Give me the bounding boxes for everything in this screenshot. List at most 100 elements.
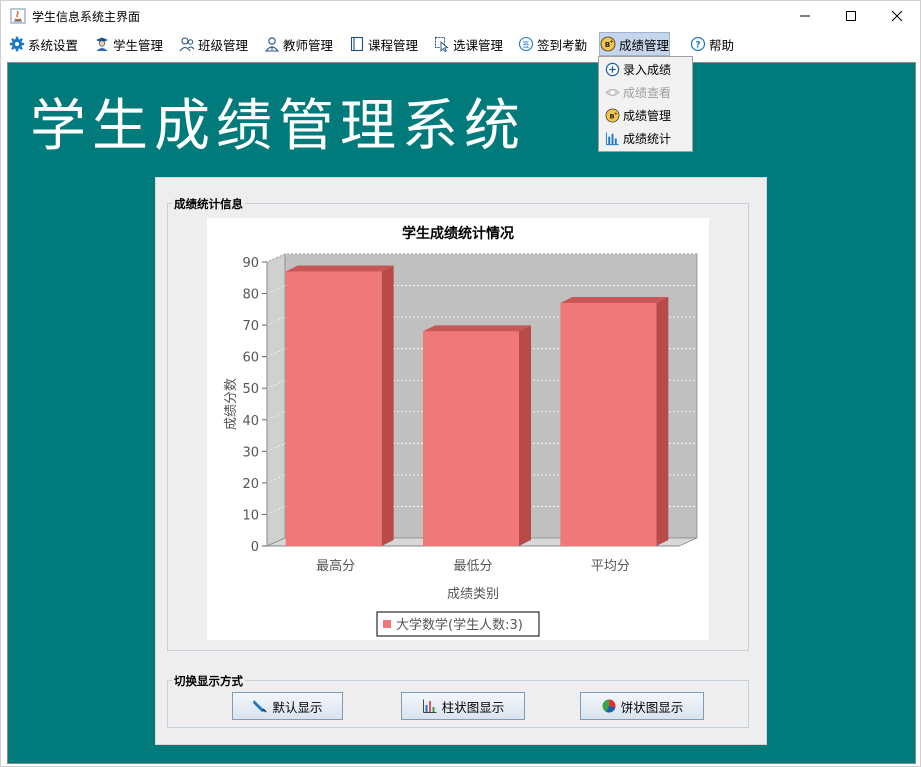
chart-panel: 学生成绩统计情况 0 10 20 30 40 50 60 70 80 90 最高分 最低分 平均分 成绩类别…	[207, 218, 709, 640]
dropdown-item-view-grades: 成绩查看	[599, 81, 692, 104]
pie-chart-icon	[602, 699, 616, 713]
title-bar: 学生信息系统主界面	[1, 1, 920, 31]
bar-top	[285, 265, 394, 272]
window-title: 学生信息系统主界面	[32, 10, 141, 24]
select-course-icon	[435, 37, 449, 52]
menu-label: 帮助	[709, 37, 735, 53]
student-icon	[96, 37, 108, 51]
help-icon: ?	[690, 36, 706, 52]
y-tick-label: 10	[242, 508, 259, 523]
dropdown-item-label: 成绩管理	[623, 109, 672, 123]
minimize-button[interactable]	[782, 1, 828, 31]
y-tick-label: 40	[242, 414, 259, 429]
svg-text:+: +	[609, 39, 613, 45]
dropdown-item-grade-statistics[interactable]: 成绩统计	[599, 127, 692, 150]
svg-text:?: ?	[695, 41, 700, 51]
legend-swatch	[383, 620, 391, 628]
bar-top	[423, 325, 531, 332]
pie-chart-display-button[interactable]: 饼状图显示	[580, 692, 704, 720]
y-tick-label: 90	[242, 256, 259, 271]
bar-side	[656, 297, 669, 546]
menu-class-management[interactable]: 班级管理	[179, 32, 248, 56]
display-mode-group: 切换显示方式 默认显示 柱状图显示 饼状图显示	[167, 673, 749, 728]
minimize-icon	[800, 15, 810, 17]
menu-teacher-management[interactable]: 教师管理	[264, 32, 333, 56]
y-axis-label: 成绩分数	[224, 378, 239, 430]
svg-text:签: 签	[523, 40, 530, 49]
menu-label: 课程管理	[368, 37, 419, 53]
default-display-label: 默认显示	[272, 699, 323, 715]
y-tick-label: 0	[251, 540, 259, 555]
y-tick-label: 70	[242, 319, 259, 334]
bar-chart-icon	[605, 132, 619, 146]
close-button[interactable]	[874, 1, 920, 31]
grade-dropdown-menu: 录入成绩 成绩查看 B + 成绩管理 成绩统计	[598, 56, 693, 152]
close-icon	[891, 10, 903, 22]
maximize-icon	[846, 11, 856, 21]
grade-statistics-frame: 成绩统计信息 学生成绩统计情况 0 10 20 30 40 50 60 70 80 90 最高分 最低分…	[155, 177, 767, 745]
bar-chart-icon	[422, 699, 437, 713]
class-icon	[179, 37, 195, 52]
course-icon	[350, 36, 364, 52]
maximize-button[interactable]	[828, 1, 874, 31]
menu-student-management[interactable]: 学生管理	[94, 32, 163, 56]
bar-2	[560, 303, 657, 546]
dropdown-item-enter-grades[interactable]: 录入成绩	[599, 58, 692, 81]
menu-label: 学生管理	[113, 37, 164, 53]
y-tick-label: 20	[242, 477, 259, 492]
x-tick-label: 平均分	[591, 559, 630, 574]
x-tick-label: 最低分	[453, 559, 492, 574]
bar-1	[423, 331, 519, 546]
menu-label: 成绩管理	[619, 37, 670, 53]
svg-text:+: +	[614, 111, 618, 117]
menu-label: 班级管理	[198, 37, 249, 53]
menu-system-settings[interactable]: 系统设置	[9, 32, 78, 56]
menu-label: 系统设置	[28, 37, 79, 53]
default-display-icon	[253, 700, 268, 713]
bar-side	[519, 325, 531, 546]
pie-chart-display-label: 饼状图显示	[620, 699, 684, 715]
menu-label: 教师管理	[283, 37, 334, 53]
grade-icon: B +	[605, 108, 620, 123]
menu-grade-management[interactable]: B + 成绩管理	[599, 32, 671, 56]
dropdown-item-manage-grades[interactable]: B + 成绩管理	[599, 104, 692, 127]
bar-top	[560, 297, 669, 304]
main-window: 学生信息系统主界面 系统设置 学生管理 班级管理 教师管理 课程管理 选课管理 …	[0, 0, 921, 767]
dropdown-item-label: 成绩统计	[623, 132, 672, 146]
y-tick-label: 60	[242, 351, 259, 366]
y-tick-label: 30	[242, 445, 259, 460]
display-mode-group-title: 切换显示方式	[172, 673, 245, 689]
menu-attendance[interactable]: 签 签到考勤	[518, 32, 587, 56]
y-tick-label: 80	[242, 288, 259, 303]
plot-side-wall	[266, 253, 286, 547]
desktop-pane: 学生成绩管理系统 成绩统计信息 学生成绩统计情况 0 10 20 30 40 50 60 70 8…	[7, 62, 916, 764]
statistics-group-title: 成绩统计信息	[172, 196, 245, 212]
menu-help[interactable]: ? 帮助	[690, 32, 734, 56]
bar-chart: 学生成绩统计情况 0 10 20 30 40 50 60 70 80 90 最高分 最低分 平均分成绩类别…	[224, 225, 698, 637]
chart-title: 学生成绩统计情况	[402, 225, 514, 242]
menu-course-management[interactable]: 课程管理	[349, 32, 418, 56]
menu-label: 选课管理	[453, 37, 504, 53]
attendance-icon: 签	[518, 36, 534, 52]
grade-icon: B +	[600, 36, 616, 52]
x-tick-label: 最高分	[316, 558, 355, 574]
plus-circle-icon	[605, 62, 620, 77]
legend-label: 大学数学(学生人数:3)	[396, 617, 523, 633]
bar-chart-display-button[interactable]: 柱状图显示	[401, 692, 525, 720]
java-app-icon	[10, 8, 26, 24]
eye-icon	[605, 89, 620, 96]
gear-icon	[9, 36, 25, 52]
dropdown-item-label: 录入成绩	[623, 63, 672, 77]
system-banner-title: 学生成绩管理系统	[30, 94, 526, 159]
menu-label: 签到考勤	[537, 37, 588, 53]
bar-chart-display-label: 柱状图显示	[441, 699, 505, 715]
bar-side	[381, 265, 394, 546]
statistics-group: 成绩统计信息 学生成绩统计情况 0 10 20 30 40 50 60 70 80 90 最高分 最低分…	[167, 196, 749, 651]
menu-bar: 系统设置 学生管理 班级管理 教师管理 课程管理 选课管理 签 签到考勤 B +…	[1, 31, 920, 57]
bar-0	[285, 271, 382, 546]
default-display-button[interactable]: 默认显示	[232, 692, 343, 720]
menu-course-selection[interactable]: 选课管理	[434, 32, 503, 56]
x-axis-label: 成绩类别	[447, 587, 499, 602]
teacher-icon	[264, 37, 280, 52]
dropdown-item-label: 成绩查看	[623, 86, 672, 100]
